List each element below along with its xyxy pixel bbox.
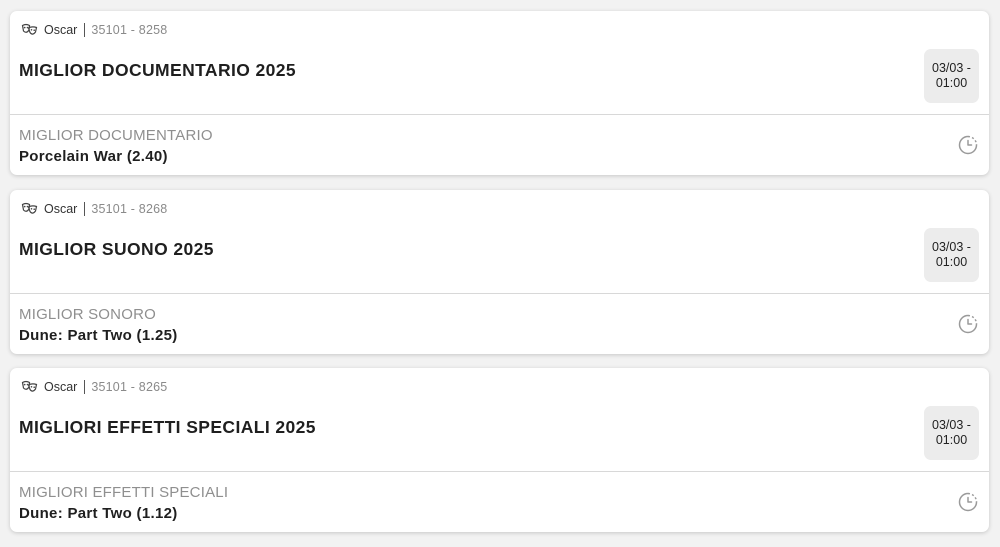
competition-name: Oscar <box>44 380 78 394</box>
bet-list: Oscar 35101 - 8258 MIGLIOR DOCUMENTARIO … <box>10 11 989 547</box>
event-datetime-badge: 03/03 - 01:00 <box>924 227 979 282</box>
event-time: 01:00 <box>935 76 968 90</box>
meta-divider <box>84 23 86 37</box>
theater-masks-icon <box>21 23 38 37</box>
selection-odds: Dune: Part Two (1.25) <box>19 326 178 344</box>
bet-card[interactable]: Oscar 35101 - 8265 MIGLIORI EFFETTI SPEC… <box>10 368 989 532</box>
event-time: 01:00 <box>935 433 968 447</box>
meta-divider <box>84 201 86 216</box>
selection-odds: Dune: Part Two (1.12) <box>19 505 178 522</box>
event-code: 35101 - 8258 <box>91 23 168 37</box>
competition-name: Oscar <box>44 201 78 216</box>
market-name: MIGLIOR DOCUMENTARIO <box>19 127 213 144</box>
theater-masks-icon <box>21 380 38 394</box>
event-meta: Oscar 35101 - 8265 <box>21 379 167 395</box>
bet-selection-row: MIGLIORI EFFETTI SPECIALI Dune: Part Two… <box>10 472 989 532</box>
event-meta: Oscar 35101 - 8268 <box>21 201 167 217</box>
event-title: MIGLIOR DOCUMENTARIO 2025 <box>19 60 297 80</box>
event-code: 35101 - 8265 <box>91 380 168 394</box>
selection-odds: Porcelain War (2.40) <box>19 148 168 165</box>
event-code: 35101 - 8268 <box>91 201 168 216</box>
event-time: 01:00 <box>935 254 968 269</box>
event-title: MIGLIORI EFFETTI SPECIALI 2025 <box>19 417 316 437</box>
event-header: Oscar 35101 - 8268 MIGLIOR SUONO 2025 03… <box>10 190 989 294</box>
bet-card[interactable]: Oscar 35101 - 8268 MIGLIOR SUONO 2025 03… <box>10 189 989 354</box>
bet-card[interactable]: Oscar 35101 - 8258 MIGLIOR DOCUMENTARIO … <box>10 11 989 175</box>
event-header: Oscar 35101 - 8258 MIGLIOR DOCUMENTARIO … <box>10 11 989 115</box>
event-date: 03/03 - <box>932 239 971 254</box>
event-header: Oscar 35101 - 8265 MIGLIORI EFFETTI SPEC… <box>10 368 989 472</box>
bet-selection-row: MIGLIOR DOCUMENTARIO Porcelain War (2.40… <box>10 115 989 175</box>
event-date: 03/03 - <box>932 61 971 75</box>
bet-selection-row: MIGLIOR SONORO Dune: Part Two (1.25) <box>10 294 989 354</box>
event-date: 03/03 - <box>932 418 971 432</box>
competition-name: Oscar <box>44 23 78 37</box>
event-datetime-badge: 03/03 - 01:00 <box>924 406 979 460</box>
event-meta: Oscar 35101 - 8258 <box>21 22 167 38</box>
event-datetime-badge: 03/03 - 01:00 <box>924 49 979 103</box>
clock-pending-icon[interactable] <box>958 492 978 512</box>
theater-masks-icon <box>21 202 38 216</box>
market-name: MIGLIORI EFFETTI SPECIALI <box>19 484 229 501</box>
clock-pending-icon[interactable] <box>958 135 978 155</box>
meta-divider <box>84 380 86 394</box>
event-title: MIGLIOR SUONO 2025 <box>19 238 214 259</box>
clock-pending-icon[interactable] <box>958 314 978 334</box>
market-name: MIGLIOR SONORO <box>19 305 156 323</box>
